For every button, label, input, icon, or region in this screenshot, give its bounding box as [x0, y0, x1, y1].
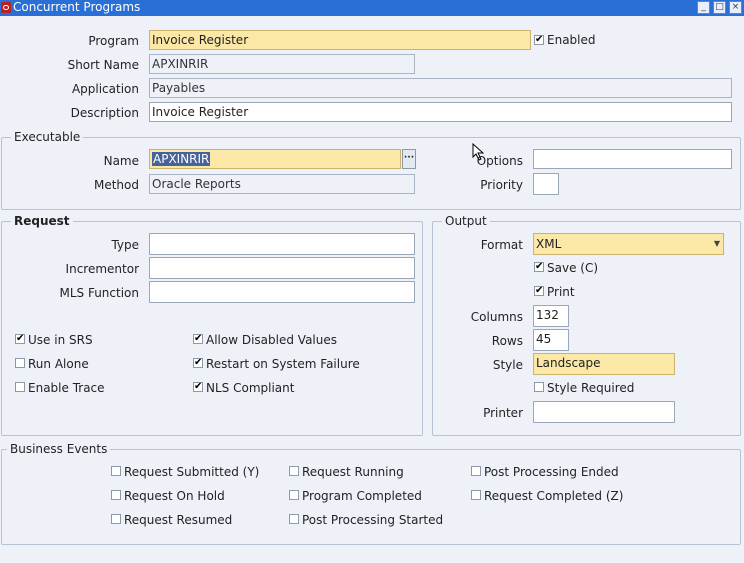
run-alone-label: Run Alone: [28, 357, 89, 371]
format-label: Format: [480, 238, 523, 252]
nls-compliant-label: NLS Compliant: [206, 381, 295, 395]
type-field[interactable]: [149, 233, 415, 255]
restart-on-system-failure-checkbox[interactable]: ✔: [193, 358, 203, 368]
request-resumed-label: Request Resumed: [124, 513, 233, 527]
application-field[interactable]: Payables: [149, 78, 732, 98]
rows-field[interactable]: 45: [533, 329, 569, 351]
style-required-label: Style Required: [547, 381, 635, 395]
nls-compliant-checkbox[interactable]: ✔: [193, 382, 203, 392]
description-field[interactable]: Invoice Register: [149, 102, 732, 122]
print-checkbox[interactable]: ✔: [534, 286, 544, 296]
lov-button[interactable]: ···: [402, 149, 416, 169]
program-completed-checkbox[interactable]: [289, 490, 299, 500]
program-label: Program: [88, 34, 139, 48]
allow-disabled-values-label: Allow Disabled Values: [206, 333, 337, 347]
description-label: Description: [70, 106, 139, 120]
request-running-label: Request Running: [302, 465, 404, 479]
run-alone-checkbox[interactable]: [15, 358, 25, 368]
application-label: Application: [71, 82, 139, 96]
business-events-legend: Business Events: [7, 442, 111, 456]
save-label: Save (C): [547, 261, 599, 275]
executable-legend: Executable: [11, 130, 84, 144]
printer-label: Printer: [483, 406, 523, 420]
mls-function-label: MLS Function: [59, 286, 139, 300]
request-submitted-checkbox[interactable]: [111, 466, 121, 476]
allow-disabled-values-checkbox[interactable]: ✔: [193, 334, 203, 344]
options-label: Options: [476, 154, 523, 168]
title-bar: Concurrent Programs _ □ ×: [0, 0, 744, 16]
request-on-hold-label: Request On Hold: [124, 489, 225, 503]
priority-label: Priority: [480, 178, 523, 192]
format-select[interactable]: XML ▼: [533, 233, 724, 255]
method-label: Method: [93, 178, 139, 192]
enabled-checkbox[interactable]: ✔: [534, 35, 544, 45]
enable-trace-label: Enable Trace: [28, 381, 105, 395]
request-on-hold-checkbox[interactable]: [111, 490, 121, 500]
executable-name-label: Name: [103, 154, 139, 168]
request-completed-label: Request Completed (Z): [484, 489, 624, 503]
request-running-checkbox[interactable]: [289, 466, 299, 476]
incrementor-field[interactable]: [149, 257, 415, 279]
short-name-field[interactable]: APXINRIR: [149, 54, 415, 74]
style-label: Style: [492, 358, 523, 372]
executable-name-field[interactable]: APXINRIR: [149, 149, 401, 169]
chevron-down-icon[interactable]: ▼: [714, 234, 720, 254]
options-field[interactable]: [533, 149, 732, 169]
save-checkbox[interactable]: ✔: [534, 262, 544, 272]
type-label: Type: [111, 238, 139, 252]
use-in-srs-checkbox[interactable]: ✔: [15, 334, 25, 344]
method-field[interactable]: Oracle Reports: [149, 174, 415, 194]
printer-field[interactable]: [533, 401, 675, 423]
program-field[interactable]: Invoice Register: [149, 30, 531, 50]
program-completed-label: Program Completed: [302, 489, 422, 503]
style-field[interactable]: Landscape: [533, 353, 675, 375]
enabled-label: Enabled: [547, 33, 596, 47]
request-submitted-label: Request Submitted (Y): [124, 465, 260, 479]
output-legend: Output: [442, 214, 490, 228]
maximize-button[interactable]: □: [713, 1, 726, 14]
executable-name-selected-text: APXINRIR: [152, 152, 211, 166]
rows-label: Rows: [491, 334, 523, 348]
oracle-logo-icon: [1, 2, 11, 13]
enable-trace-checkbox[interactable]: [15, 382, 25, 392]
format-value: XML: [536, 237, 562, 251]
mls-function-field[interactable]: [149, 281, 415, 303]
post-processing-started-checkbox[interactable]: [289, 514, 299, 524]
use-in-srs-label: Use in SRS: [28, 333, 93, 347]
columns-field[interactable]: 132: [533, 305, 569, 327]
print-label: Print: [547, 285, 575, 299]
request-resumed-checkbox[interactable]: [111, 514, 121, 524]
minimize-button[interactable]: _: [697, 1, 710, 14]
style-required-checkbox[interactable]: [534, 382, 544, 392]
columns-label: Columns: [470, 310, 523, 324]
post-processing-started-label: Post Processing Started: [302, 513, 444, 527]
post-processing-ended-label: Post Processing Ended: [484, 465, 619, 479]
window-title: Concurrent Programs: [13, 0, 141, 14]
post-processing-ended-checkbox[interactable]: [471, 466, 481, 476]
short-name-label: Short Name: [67, 58, 139, 72]
incrementor-label: Incrementor: [65, 262, 139, 276]
close-button[interactable]: ×: [729, 1, 742, 14]
request-completed-checkbox[interactable]: [471, 490, 481, 500]
priority-field[interactable]: [533, 173, 559, 195]
restart-on-system-failure-label: Restart on System Failure: [206, 357, 360, 371]
request-legend: Request: [11, 214, 73, 228]
